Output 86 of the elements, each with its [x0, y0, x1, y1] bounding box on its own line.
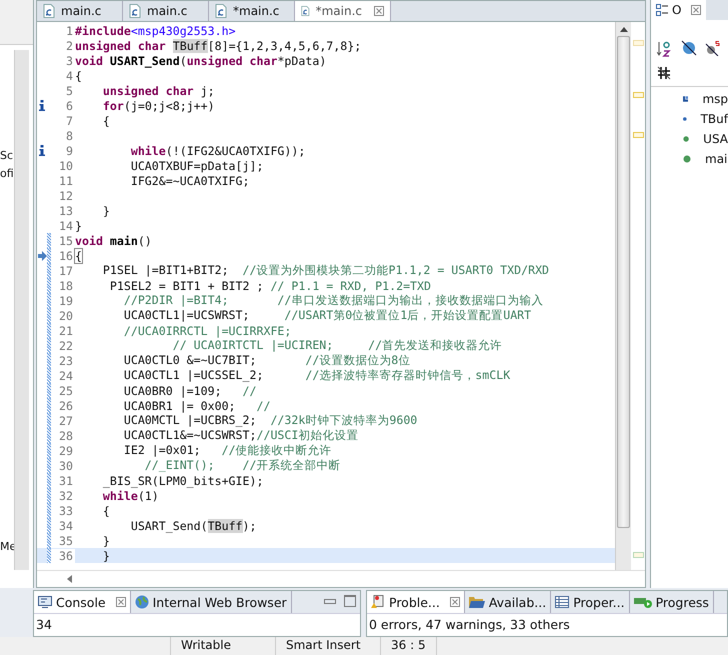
status-text: Writable: [171, 637, 276, 655]
code-line: P1SEL2 = BIT1 + BIT2 ; // P1.1 = RXD, P1.2=TXD: [108, 278, 431, 292]
code-line: //_EINT(); //开系统全部中断: [144, 458, 340, 473]
monitor-icon: [38, 596, 52, 608]
close-icon[interactable]: [374, 6, 384, 16]
folder-icon: [468, 596, 485, 608]
code-line: UCA0CTL1|=UCSWRST; //USART第0位被置位1后，开始设置配置UART: [122, 308, 532, 323]
code-line: }: [102, 534, 110, 548]
arrow-icon: [37, 250, 47, 260]
code-line: while(1): [102, 488, 159, 502]
minimize-icon[interactable]: [324, 599, 336, 604]
code-line: {: [102, 504, 110, 518]
function-icon: [683, 135, 690, 143]
console-output: 34: [35, 616, 53, 634]
code-line: {: [75, 68, 82, 82]
code-line: P1SEL |=BIT1+BIT2; //设置为外围模块第二功能P1.1,2 = USART0 TXD/RXD: [102, 263, 550, 278]
code-line: unsigned char TBuff[8]={1,2,3,4,5,6,7,8};: [75, 38, 362, 52]
code-line: }: [102, 548, 110, 562]
code-line: #include<msp430g2553.h>: [75, 24, 236, 38]
c-file-icon: [43, 4, 55, 18]
problems-icon: [371, 595, 385, 609]
function-icon: [683, 155, 691, 163]
code-line: UCA0BR0 |=109; //: [122, 384, 256, 398]
globe-icon: [134, 595, 149, 609]
panel-text: ofi: [0, 167, 15, 180]
file-tab[interactable]: *main.c: [295, 1, 391, 21]
hash-icon[interactable]: [657, 66, 671, 80]
info-icon: [39, 145, 45, 156]
panel-text: Sc: [0, 149, 14, 162]
code-line: UCA0MCTL |=UCBRS_2; //32k时钟下波特率为9600: [122, 413, 418, 428]
line-number: 36: [51, 548, 75, 562]
code-line: UCA0TXBUF=pData[j];: [130, 158, 264, 172]
outline-tab[interactable]: O: [651, 0, 706, 20]
code-line: {: [102, 114, 110, 128]
outline-item[interactable]: mai: [651, 149, 728, 169]
problems-summary: 0 errors, 47 warnings, 33 others: [368, 616, 571, 634]
file-tab[interactable]: main.c: [123, 1, 209, 21]
code-line: unsigned char j;: [102, 84, 215, 98]
code-line: while(!(IFG2&UCA0TXIFG));: [130, 144, 306, 158]
code-line: }: [102, 204, 110, 218]
maximize-icon[interactable]: [344, 595, 356, 607]
include-icon: [683, 94, 688, 104]
panel-tab[interactable]: Proper...: [551, 591, 630, 613]
panel-tab[interactable]: Availab...: [464, 591, 552, 613]
code-line: //P2DIR |=BIT4; //串口发送数据端口为输出，接收数据端口为输入: [122, 293, 544, 308]
code-line: _BIS_SR(LPM0_bits+GIE);: [102, 474, 264, 488]
code-line: void main(): [75, 234, 152, 248]
panel-tab[interactable]: Progress: [630, 591, 714, 613]
code-line: USART_Send(TBuff);: [130, 518, 256, 532]
panel-tab[interactable]: Internal Web Browser: [130, 591, 292, 613]
c-file-icon: [301, 4, 310, 18]
panel-tab[interactable]: Proble...: [367, 591, 465, 613]
hide-fields-icon[interactable]: [681, 40, 697, 56]
code-line: UCA0CTL1&=~UCSWRST;//USCI初始化设置: [122, 428, 358, 443]
code-line: }: [75, 218, 82, 232]
code-line: void USART_Send(unsigned char*pData): [75, 54, 326, 68]
code-line: //UCA0IRRCTL |=UCIRRXFE;: [122, 324, 292, 338]
scroll-up-icon[interactable]: [620, 27, 628, 32]
outline-icon: [656, 4, 668, 16]
code-line: {: [75, 248, 82, 262]
progress-icon: [634, 596, 652, 608]
scroll-left-icon[interactable]: [67, 575, 72, 583]
table-icon: [555, 596, 570, 608]
code-line: IE2 |=0x01; //使能接收中断允许: [122, 443, 332, 458]
outline-item[interactable]: msp: [651, 89, 728, 109]
outline-item[interactable]: TBuf: [651, 109, 728, 129]
c-file-icon: [215, 4, 227, 18]
outline-item[interactable]: USA: [651, 129, 728, 149]
status-text: 36 : 5: [381, 637, 437, 655]
hide-static-icon[interactable]: [705, 40, 721, 56]
sort-icon[interactable]: [657, 40, 673, 58]
code-line: UCA0BR1 |= 0x00; //: [122, 398, 270, 412]
close-icon[interactable]: [116, 597, 126, 607]
close-icon[interactable]: [450, 597, 460, 607]
close-icon[interactable]: [691, 5, 702, 15]
info-icon: [39, 100, 45, 111]
c-file-icon: [129, 4, 141, 18]
code-line: // UCA0IRTCTL |=UCIREN; //首先发送和接收器允许: [172, 338, 502, 353]
file-tab[interactable]: main.c: [37, 1, 123, 21]
variable-icon: [683, 114, 687, 124]
code-line: for(j=0;j<8;j++): [102, 98, 215, 112]
code-line: UCA0CTL0 &=~UC7BIT; //设置数据位为8位: [122, 353, 410, 368]
code-line: UCA0CTL1 |=UCSSEL_2; //选择波特率寄存器时钟信号，smCLK: [122, 368, 510, 383]
panel-tab[interactable]: Console: [34, 591, 131, 613]
code-line: IFG2&=~UCA0TXIFG;: [130, 174, 250, 188]
status-text: Smart Insert: [276, 637, 381, 655]
